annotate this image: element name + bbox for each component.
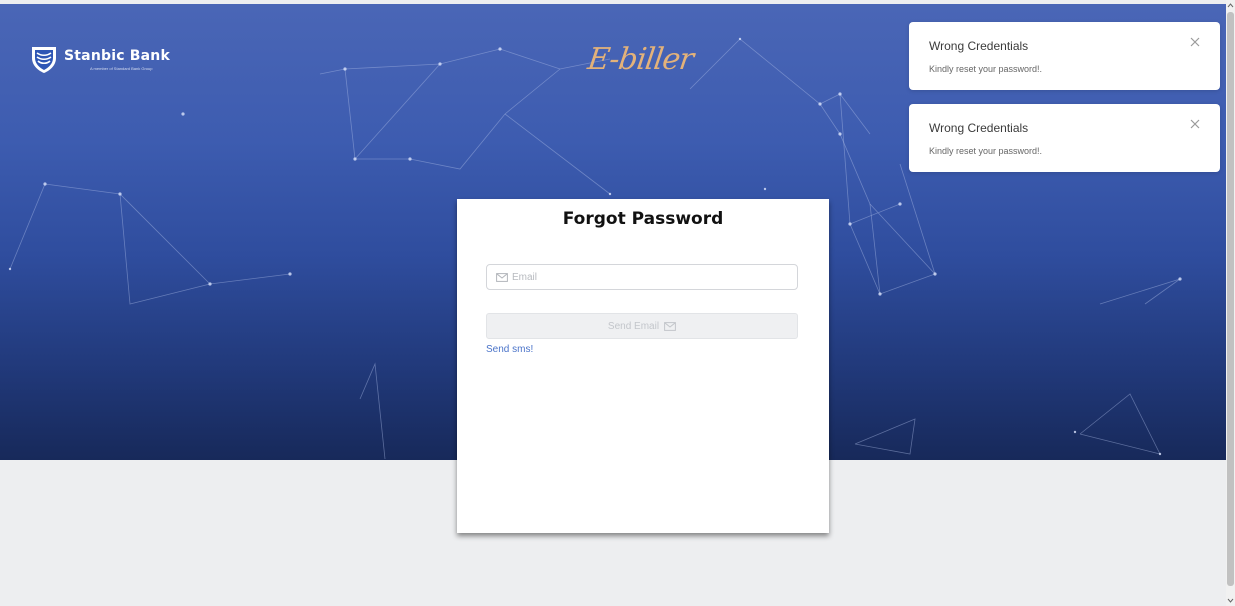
stanbic-shield-icon <box>32 47 56 73</box>
send-email-label: Send Email <box>607 320 660 332</box>
toast-message: Kindly reset your password!. <box>929 64 1043 74</box>
email-input[interactable] <box>512 271 797 283</box>
brand-name: Stanbic Bank <box>64 47 170 64</box>
email-field[interactable] <box>486 264 798 290</box>
app-name-logo: E-biller <box>585 42 696 77</box>
envelope-icon <box>496 272 508 282</box>
envelope-icon <box>664 321 676 331</box>
scroll-up-arrow-icon[interactable] <box>1227 2 1234 10</box>
send-sms-link[interactable]: Send sms! <box>486 344 533 355</box>
close-icon[interactable] <box>1188 117 1202 131</box>
toast-notification: Wrong Credentials Kindly reset your pass… <box>909 104 1220 172</box>
brand-header[interactable]: Stanbic Bank A member of Standard Bank G… <box>30 44 170 74</box>
toast-notification: Wrong Credentials Kindly reset your pass… <box>909 22 1220 90</box>
vertical-scrollbar[interactable] <box>1226 0 1235 606</box>
toast-title: Wrong Credentials <box>929 39 1029 53</box>
scroll-down-arrow-icon[interactable] <box>1227 596 1234 604</box>
toast-message: Kindly reset your password!. <box>929 146 1043 156</box>
toast-title: Wrong Credentials <box>929 121 1029 135</box>
send-email-button[interactable]: Send Email <box>486 313 798 339</box>
scrollbar-thumb[interactable] <box>1227 12 1234 586</box>
card-title: Forgot Password <box>562 209 724 229</box>
page-viewport: Stanbic Bank A member of Standard Bank G… <box>0 0 1226 606</box>
forgot-password-card: Forgot Password Send Email Send sms! <box>457 199 829 533</box>
brand-tagline: A member of Standard Bank Group <box>90 65 153 71</box>
close-icon[interactable] <box>1188 35 1202 49</box>
